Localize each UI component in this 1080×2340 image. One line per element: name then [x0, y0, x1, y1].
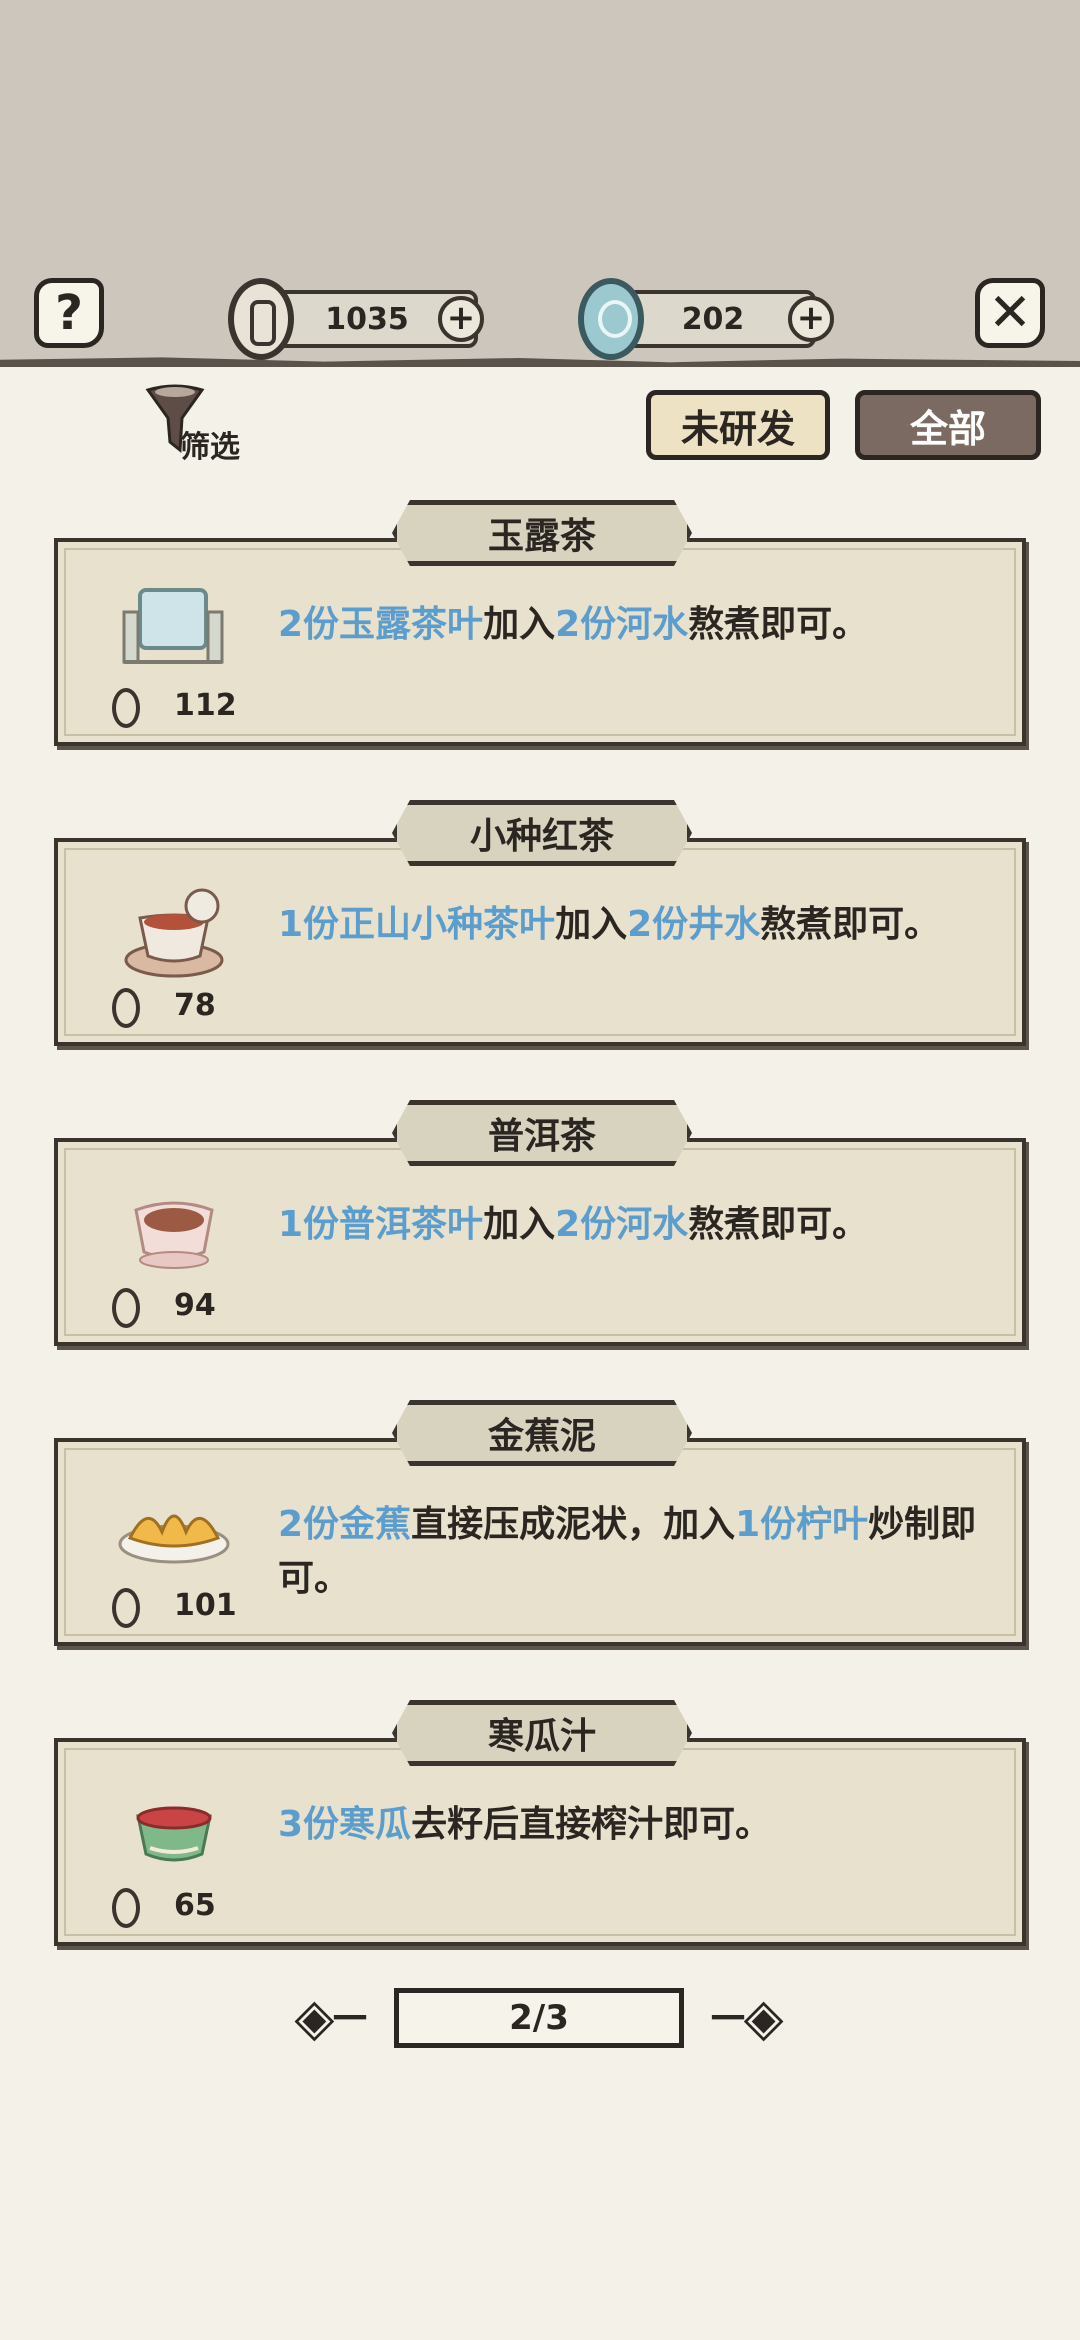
recipe-title: 普洱茶: [392, 1100, 692, 1166]
recipe-text-segment: 熬煮即可。: [688, 1204, 869, 1245]
recipe-text: 3份寒瓜去籽后直接榨汁即可。: [278, 1798, 978, 1852]
recipe-title: 玉露茶: [392, 500, 692, 566]
recipe-text: 2份玉露茶叶加入2份河水熬煮即可。: [278, 598, 978, 652]
teacup-lantern-icon: [118, 582, 230, 682]
ingredient-highlight: 2份河水: [555, 1204, 689, 1245]
arrow-left-icon: ◈─: [294, 1988, 366, 2048]
coin-icon: [228, 278, 294, 360]
tab-all[interactable]: 全部: [855, 390, 1041, 460]
recipe-text-segment: 加入: [483, 604, 556, 645]
recipe-card[interactable]: 1份普洱茶叶加入2份河水熬煮即可。 94: [54, 1138, 1026, 1346]
ingredient-highlight: 1份普洱茶叶: [278, 1204, 484, 1245]
tab-unresearched[interactable]: 未研发: [646, 390, 830, 460]
ingredient-highlight: 2份井水: [627, 904, 761, 945]
coin-icon: [112, 1588, 140, 1628]
close-button[interactable]: ✕: [975, 278, 1045, 348]
price-value: 94: [174, 1288, 216, 1323]
page-indicator: 2/3: [394, 1988, 684, 2048]
arrow-right-icon: ─◈: [712, 1988, 784, 2048]
recipe-text-segment: 加入: [555, 904, 628, 945]
help-button[interactable]: ?: [34, 278, 104, 348]
ingredient-highlight: 1份正山小种茶叶: [278, 904, 556, 945]
plus-icon: +: [796, 298, 826, 338]
page-label: 2/3: [509, 1998, 569, 2038]
recipe-card[interactable]: 1份正山小种茶叶加入2份井水熬煮即可。 78: [54, 838, 1026, 1046]
recipe-card[interactable]: 3份寒瓜去籽后直接榨汁即可。 65: [54, 1738, 1026, 1946]
recipe-text-segment: 直接压成泥状，加入: [411, 1504, 736, 1545]
question-icon: ?: [55, 285, 83, 341]
jade-amount: 202: [681, 301, 745, 337]
coin-icon: [112, 1888, 140, 1928]
watermelon-juice-bowl-icon: [118, 1782, 230, 1882]
add-coins-button[interactable]: +: [438, 296, 484, 342]
coin-icon: [112, 1288, 140, 1328]
plus-icon: +: [446, 298, 476, 338]
jade-icon: [578, 278, 644, 360]
recipe-card[interactable]: 2份金蕉直接压成泥状，加入1份柠叶炒制即可。 101: [54, 1438, 1026, 1646]
next-page-button[interactable]: ─◈: [698, 1988, 798, 2048]
puer-tea-cup-icon: [118, 1182, 230, 1282]
filter-button[interactable]: 筛选: [140, 384, 260, 465]
ingredient-highlight: 2份玉露茶叶: [278, 604, 484, 645]
add-jade-button[interactable]: +: [788, 296, 834, 342]
recipe-title: 小种红茶: [392, 800, 692, 866]
ingredient-highlight: 2份河水: [555, 604, 689, 645]
previous-page-button[interactable]: ◈─: [280, 1988, 380, 2048]
recipe-card[interactable]: 2份玉露茶叶加入2份河水熬煮即可。 112: [54, 538, 1026, 746]
pagination: ◈─ 2/3 ─◈: [280, 1988, 800, 2054]
top-background: [0, 0, 1080, 362]
recipe-text: 1份普洱茶叶加入2份河水熬煮即可。: [278, 1198, 978, 1252]
recipe-title: 金蕉泥: [392, 1400, 692, 1466]
ingredient-highlight: 2份金蕉: [278, 1504, 412, 1545]
recipe-text: 2份金蕉直接压成泥状，加入1份柠叶炒制即可。: [278, 1498, 978, 1606]
price-value: 65: [174, 1888, 216, 1923]
filter-label: 筛选: [180, 430, 240, 465]
recipe-text-segment: 去籽后直接榨汁即可。: [411, 1804, 772, 1845]
recipe-text: 1份正山小种茶叶加入2份井水熬煮即可。: [278, 898, 978, 952]
recipe-text-segment: 熬煮即可。: [688, 604, 869, 645]
price-value: 112: [174, 688, 237, 723]
coin-icon: [112, 988, 140, 1028]
red-tea-cup-icon: [118, 882, 230, 982]
banana-dish-icon: [118, 1482, 230, 1582]
ingredient-highlight: 1份柠叶: [735, 1504, 869, 1545]
recipe-title: 寒瓜汁: [392, 1700, 692, 1766]
price-value: 78: [174, 988, 216, 1023]
recipe-text-segment: 熬煮即可。: [760, 904, 941, 945]
price-value: 101: [174, 1588, 237, 1623]
ingredient-highlight: 3份寒瓜: [278, 1804, 412, 1845]
recipe-text-segment: 加入: [483, 1204, 556, 1245]
coin-icon: [112, 688, 140, 728]
coin-amount: 1035: [325, 301, 409, 337]
close-icon: ✕: [988, 283, 1032, 343]
